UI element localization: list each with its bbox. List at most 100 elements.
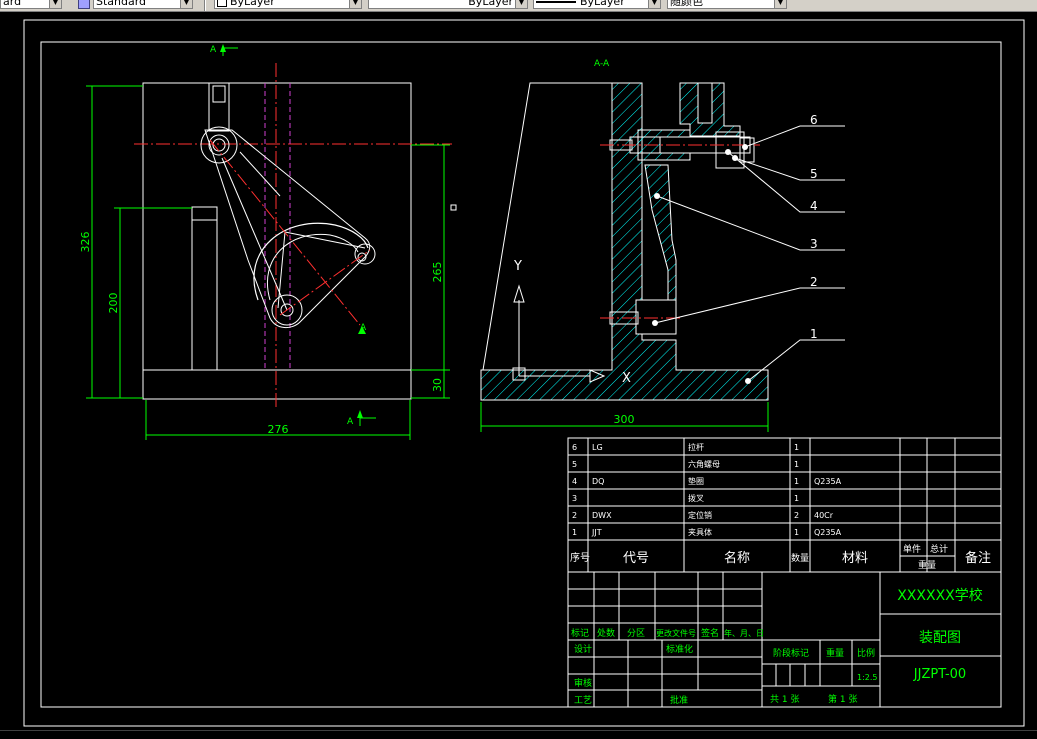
front-dimensions bbox=[86, 85, 450, 440]
approve-label: 批准 bbox=[670, 694, 688, 706]
balloon-1: 1 bbox=[810, 327, 818, 341]
section-label-a-top: A bbox=[210, 45, 217, 55]
dim-276: 276 bbox=[268, 423, 289, 436]
scale-label: 比例 bbox=[857, 647, 875, 659]
bom-row-name: 定位销 bbox=[688, 510, 712, 520]
dimension-style-combo[interactable]: Standard ▼ bbox=[93, 0, 193, 9]
balloon-2: 2 bbox=[810, 275, 818, 289]
mark-header: 标记 bbox=[571, 627, 589, 639]
linetype-preview-icon bbox=[536, 1, 576, 3]
section-view: A-A Y X 6 5 4 3 2 1 300 bbox=[480, 59, 845, 432]
color-value: ByLayer bbox=[468, 0, 513, 8]
bom-row-name: 垫圈 bbox=[688, 476, 704, 486]
title-block: 标记 处数 分区 更改文件号 签名 年、月、日 设计 标准化 审核 工艺 批准 … bbox=[567, 571, 1002, 708]
date-header: 年、月、日 bbox=[724, 628, 764, 638]
dimension-style-value: Standard bbox=[96, 0, 147, 8]
part-leaders bbox=[654, 125, 845, 382]
balloon-3: 3 bbox=[810, 237, 818, 251]
bom-row-no: 2 bbox=[572, 511, 577, 520]
bom-header-weight: 重量 bbox=[918, 559, 936, 571]
bom-row-no: 1 bbox=[572, 528, 577, 537]
ucs-y-label: Y bbox=[513, 259, 522, 274]
bom-row-no: 4 bbox=[572, 477, 577, 486]
process-label: 工艺 bbox=[574, 695, 592, 706]
bom-row-code: DWX bbox=[592, 511, 612, 520]
base-plate bbox=[142, 369, 412, 400]
drawing-name: 装配图 bbox=[919, 630, 961, 646]
ucs-icon bbox=[512, 284, 606, 383]
support-block bbox=[191, 206, 218, 371]
bom-header-name: 名称 bbox=[724, 550, 750, 566]
lineweight-value: 随颜色 bbox=[670, 0, 703, 8]
sheets-total: 共 1 张 bbox=[770, 694, 799, 705]
text-style-value: ard bbox=[3, 0, 22, 8]
drawing-canvas[interactable]: A A A 326 200 265 30 276 A-A Y X 6 5 4 3… bbox=[0, 12, 1037, 730]
dim-200: 200 bbox=[107, 293, 120, 314]
linetype-value: ByLayer bbox=[580, 0, 625, 8]
lineweight-combo[interactable]: 随颜色 ▼ bbox=[667, 0, 787, 9]
chevron-down-icon[interactable]: ▼ bbox=[349, 0, 361, 8]
bom-row-no: 3 bbox=[572, 494, 577, 503]
color-swatch-icon bbox=[217, 0, 227, 7]
bom-header-material: 材料 bbox=[842, 551, 868, 566]
bom-row-material: Q235A bbox=[814, 528, 842, 537]
count-header: 处数 bbox=[597, 627, 615, 639]
school-name: XXXXXX学校 bbox=[897, 587, 983, 604]
bom-table: 6 LG 拉杆 1 5 六角螺母 1 4 DQ 垫圈 1 Q235A 3 拨叉 … bbox=[567, 437, 1002, 573]
design-label: 设计 bbox=[574, 643, 592, 655]
body-outline bbox=[142, 82, 412, 371]
bom-header-unit: 单件 bbox=[903, 543, 921, 555]
dim-30: 30 bbox=[431, 378, 444, 392]
color-combo[interactable]: ByLayer ▼ bbox=[368, 0, 528, 9]
bom-row-qty: 1 bbox=[794, 528, 799, 537]
section-label-a-bottom: A bbox=[347, 417, 354, 427]
dim-265: 265 bbox=[431, 262, 444, 283]
text-style-combo[interactable]: ard ▼ bbox=[0, 0, 62, 9]
bom-row-no: 6 bbox=[572, 443, 577, 452]
bom-header-code: 代号 bbox=[623, 551, 649, 566]
change-doc-header: 更改文件号 bbox=[656, 628, 696, 638]
bom-row-qty: 1 bbox=[794, 460, 799, 469]
bom-row-material: Q235A bbox=[814, 477, 842, 486]
body-profile bbox=[482, 82, 612, 371]
standardize-label: 标准化 bbox=[666, 643, 693, 655]
stage-mark-label: 阶段标记 bbox=[773, 647, 809, 659]
signature-header: 签名 bbox=[701, 627, 719, 639]
bom-row-material: 40Cr bbox=[814, 511, 834, 520]
balloon-4: 4 bbox=[810, 199, 818, 213]
bom-row-name: 拉杆 bbox=[688, 442, 704, 452]
bom-header-total: 总计 bbox=[930, 543, 948, 555]
bom-row-qty: 1 bbox=[794, 443, 799, 452]
toolbar-separator bbox=[204, 0, 206, 11]
balloon-5: 5 bbox=[810, 167, 818, 181]
balloon-6: 6 bbox=[810, 113, 818, 127]
chevron-down-icon[interactable]: ▼ bbox=[180, 0, 192, 8]
chevron-down-icon[interactable]: ▼ bbox=[648, 0, 660, 8]
linetype-combo[interactable]: ByLayer ▼ bbox=[533, 0, 661, 9]
bom-row-no: 5 bbox=[572, 460, 577, 469]
pull-rod-top bbox=[208, 82, 230, 132]
bom-row-qty: 1 bbox=[794, 494, 799, 503]
layer-combo[interactable]: ByLayer ▼ bbox=[214, 0, 362, 9]
front-view: A A A 326 200 265 30 276 bbox=[79, 44, 457, 440]
bom-header-remark: 备注 bbox=[965, 550, 991, 566]
pivot-boss bbox=[200, 126, 238, 164]
bom-row-name: 拨叉 bbox=[688, 493, 704, 503]
chevron-down-icon[interactable]: ▼ bbox=[774, 0, 786, 8]
chevron-down-icon[interactable]: ▼ bbox=[515, 0, 527, 8]
bom-row-name: 六角螺母 bbox=[688, 459, 720, 469]
dimension-style-icon[interactable] bbox=[78, 0, 90, 9]
chevron-down-icon[interactable]: ▼ bbox=[49, 0, 61, 8]
bom-header-no: 序号 bbox=[570, 551, 590, 564]
dim-326: 326 bbox=[79, 232, 92, 253]
review-label: 审核 bbox=[574, 677, 592, 689]
layer-value: ByLayer bbox=[230, 0, 275, 8]
bom-header-qty: 数量 bbox=[791, 552, 809, 564]
locating-pin-section bbox=[635, 299, 677, 335]
dim-300: 300 bbox=[614, 413, 635, 426]
bom-row-code: LG bbox=[592, 443, 603, 452]
ucs-x-label: X bbox=[622, 371, 631, 386]
bom-row-name: 夹具体 bbox=[688, 527, 712, 537]
weight-label: 重量 bbox=[826, 647, 844, 659]
bom-row-code: JJT bbox=[591, 528, 602, 537]
